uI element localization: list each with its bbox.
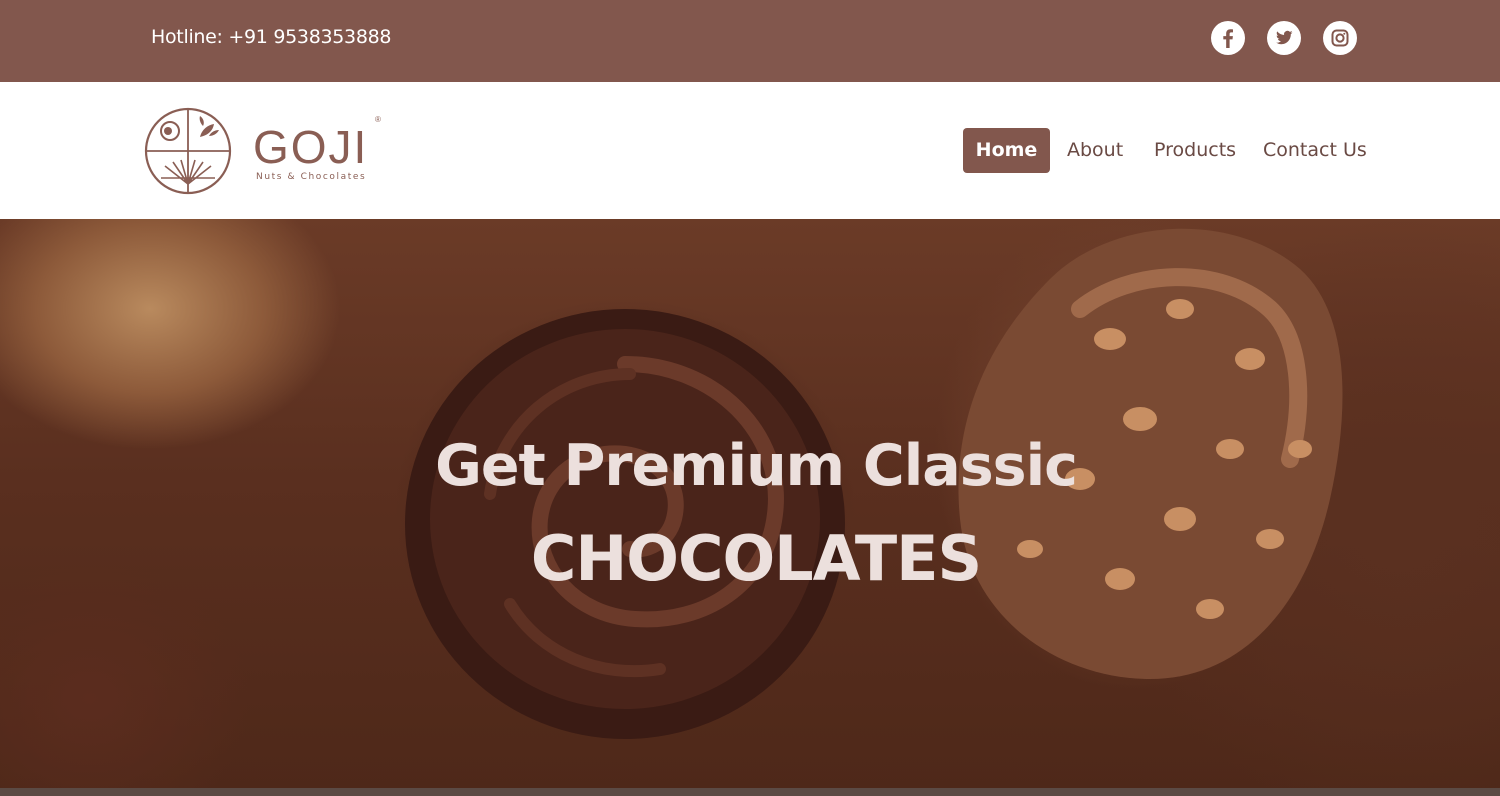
nav-products[interactable]: Products bbox=[1154, 128, 1236, 173]
site-header: GOJI ® Nuts & Chocolates Home About Prod… bbox=[0, 82, 1500, 219]
nav-about[interactable]: About bbox=[1067, 128, 1123, 173]
logo-wordmark: GOJI bbox=[253, 121, 369, 173]
twitter-icon[interactable] bbox=[1267, 21, 1301, 55]
nav-contact-us[interactable]: Contact Us bbox=[1263, 128, 1367, 173]
instagram-icon[interactable] bbox=[1323, 21, 1357, 55]
hero-headline: Get Premium Classic bbox=[435, 433, 1078, 499]
logo-registered-mark: ® bbox=[375, 115, 381, 124]
facebook-icon[interactable] bbox=[1211, 21, 1245, 55]
top-bar: Hotline: +91 9538353888 bbox=[0, 0, 1500, 82]
hero-subheadline: CHOCOLATES bbox=[530, 522, 982, 595]
logo-emblem-icon bbox=[144, 107, 232, 195]
hero-bottom-bar bbox=[0, 788, 1500, 796]
hotline-text: Hotline: +91 9538353888 bbox=[151, 26, 392, 48]
goji-logo[interactable]: GOJI ® Nuts & Chocolates bbox=[143, 100, 383, 202]
hero-banner: Get Premium Classic CHOCOLATES bbox=[0, 219, 1500, 796]
logo-tagline: Nuts & Chocolates bbox=[256, 172, 367, 182]
nav-home[interactable]: Home bbox=[963, 128, 1050, 173]
